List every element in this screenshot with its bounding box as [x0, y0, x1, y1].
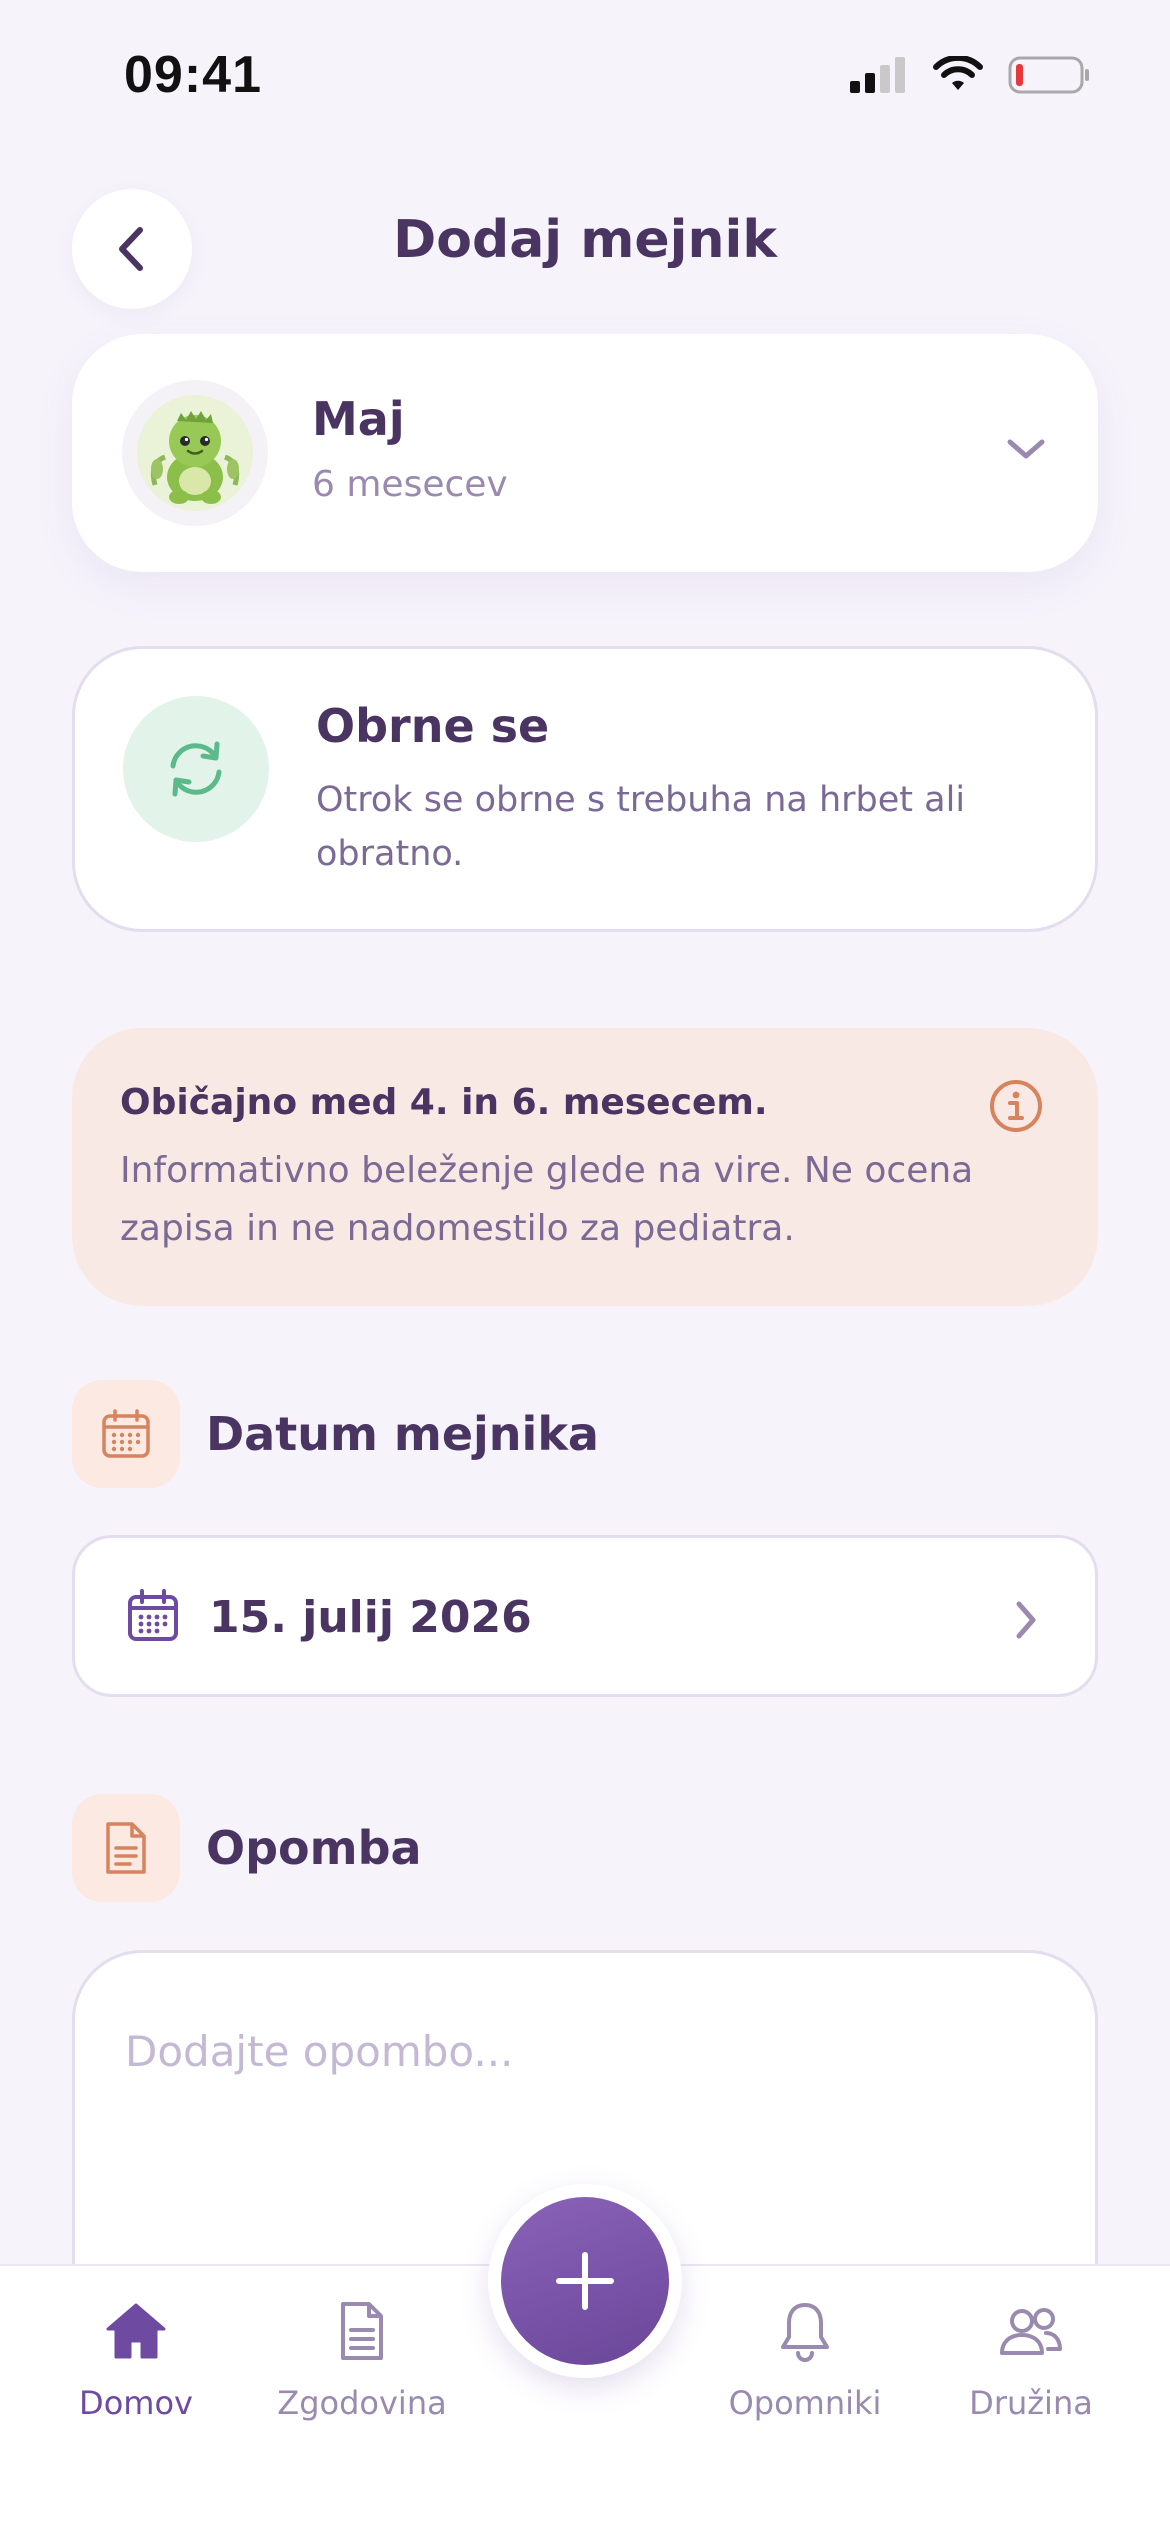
- chevron-down-icon: [1007, 439, 1045, 459]
- note-placeholder: Dodajte opombo...: [125, 2027, 514, 2076]
- child-name: Maj: [312, 392, 405, 446]
- child-age: 6 mesecev: [312, 464, 508, 505]
- info-title: Običajno med 4. in 6. mesecem.: [120, 1082, 768, 1123]
- info-icon[interactable]: [988, 1078, 1044, 1134]
- tab-home[interactable]: Domov: [36, 2296, 236, 2422]
- tab-history[interactable]: Zgodovina: [262, 2296, 462, 2422]
- people-icon: [1000, 2308, 1062, 2355]
- signal-icon: [850, 57, 905, 93]
- home-icon: [106, 2303, 166, 2359]
- add-milestone-screen: 09:41 Dodaj mejnik Maj 6 mesecev Obrne s…: [0, 0, 1170, 2532]
- rotate-icon: [170, 741, 222, 797]
- milestone-card: Obrne se Otrok se obrne s trebuha na hrb…: [72, 646, 1098, 932]
- add-button[interactable]: [488, 2184, 682, 2378]
- page-title: Dodaj mejnik: [393, 210, 777, 270]
- info-banner: Običajno med 4. in 6. mesecem. Informati…: [72, 1028, 1098, 1306]
- info-text: Informativno beleženje glede na vire. Ne…: [120, 1150, 974, 1249]
- wifi-icon: [933, 56, 983, 90]
- date-value: 15. julij 2026: [209, 1592, 532, 1643]
- bell-icon: [781, 2303, 829, 2362]
- note-section-label: Opomba: [206, 1821, 422, 1875]
- chevron-right-icon: [1016, 1601, 1036, 1639]
- date-section-header: Datum mejnika: [72, 1380, 599, 1488]
- avatar: [122, 380, 268, 526]
- document-icon: [341, 2302, 383, 2360]
- tab-history-label: Zgodovina: [277, 2384, 447, 2422]
- status-icons: [850, 56, 1090, 94]
- calendar-badge: [72, 1380, 180, 1488]
- status-time: 09:41: [124, 46, 262, 104]
- plus-icon: [556, 2252, 614, 2310]
- calendar-icon: [102, 1409, 150, 1458]
- tab-reminders[interactable]: Opomniki: [705, 2296, 905, 2422]
- status-bar: 09:41: [0, 0, 1170, 150]
- battery-icon: [1008, 56, 1089, 94]
- tab-family-label: Družina: [969, 2384, 1093, 2422]
- dinosaur-avatar-icon: [137, 395, 253, 511]
- milestone-title: Obrne se: [316, 699, 550, 753]
- document-badge: [72, 1794, 180, 1902]
- date-section-label: Datum mejnika: [206, 1407, 599, 1461]
- child-selector[interactable]: Maj 6 mesecev: [72, 334, 1098, 572]
- date-picker-field[interactable]: 15. julij 2026: [72, 1535, 1098, 1697]
- tab-family[interactable]: Družina: [931, 2296, 1131, 2422]
- milestone-description: Otrok se obrne s trebuha na hrbet ali ob…: [316, 780, 966, 874]
- tab-home-label: Domov: [79, 2384, 193, 2422]
- add-button-circle: [501, 2197, 669, 2365]
- milestone-icon-badge: [123, 696, 269, 842]
- document-icon: [106, 1822, 146, 1874]
- note-section-header: Opomba: [72, 1794, 422, 1902]
- tab-reminders-label: Opomniki: [728, 2384, 882, 2422]
- calendar-icon: [128, 1589, 178, 1641]
